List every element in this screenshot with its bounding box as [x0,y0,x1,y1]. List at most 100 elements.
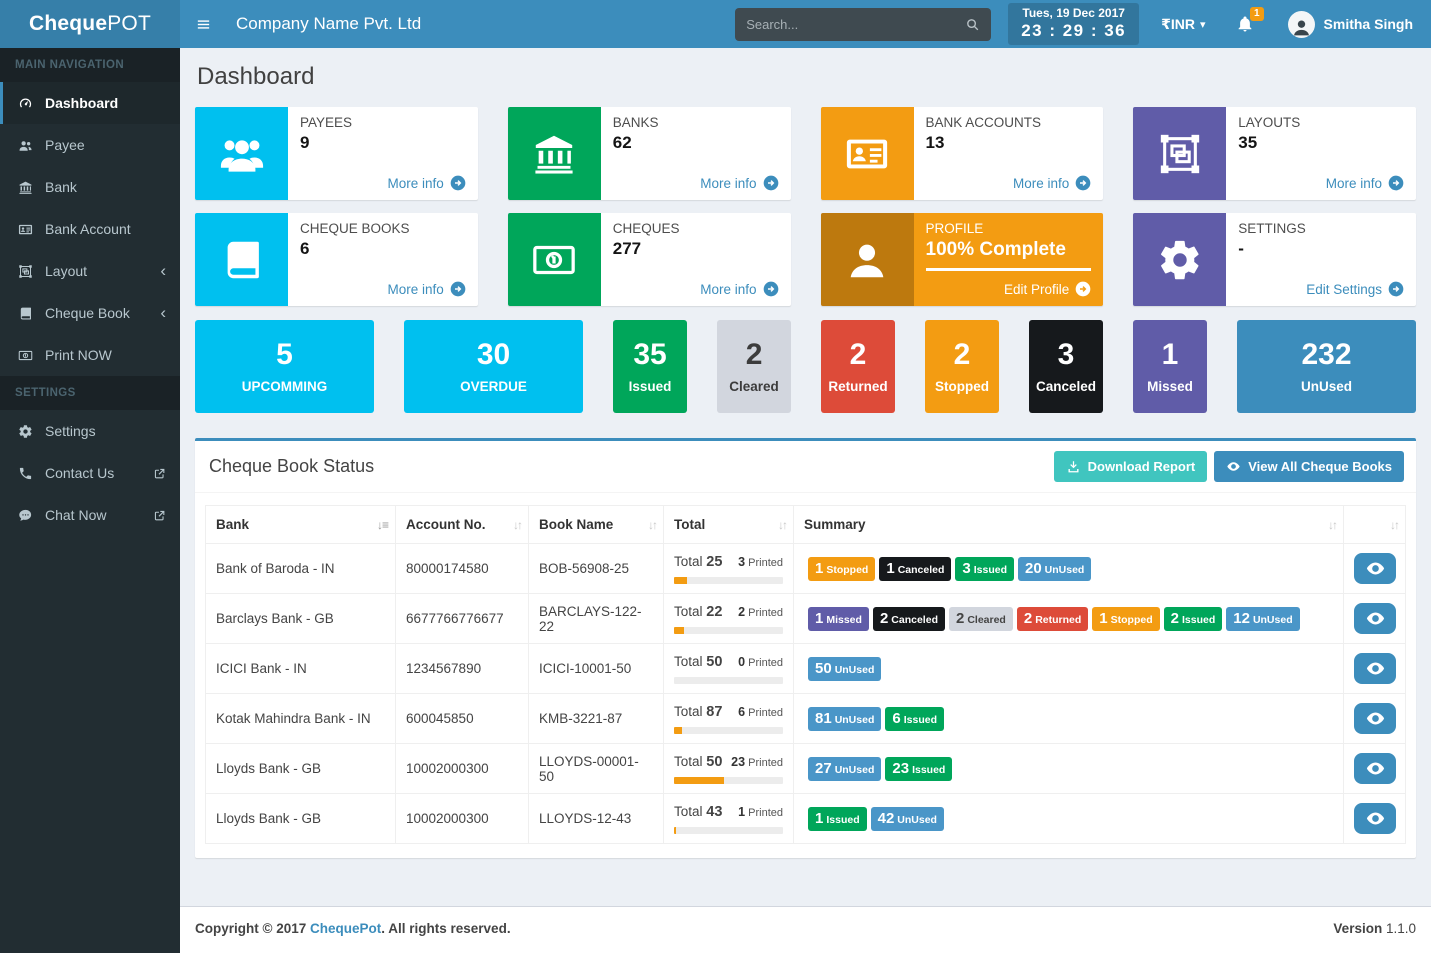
user-name: Smitha Singh [1323,16,1413,32]
printed-progress-bar [674,576,783,584]
sidebar-item-settings[interactable]: Settings [0,410,180,452]
arrow-circle-right-icon [1388,281,1404,297]
sidebar-item-chat-now[interactable]: Chat Now [0,494,180,536]
column-header-total[interactable]: Total [663,505,794,544]
company-name: Company Name Pvt. Ltd [236,14,422,33]
cell-account: 600045850 [395,693,529,744]
sort-icon [778,518,786,532]
currency-dropdown[interactable]: ₹ INR ▾ [1161,16,1205,33]
money-icon [507,213,601,306]
sidebar-item-label: Contact Us [45,465,115,481]
status-badge: 1 Stopped [1092,606,1160,631]
chevron-left-icon [160,264,166,278]
sidebar-item-label: Chat Now [45,507,107,523]
info-box-row-1: PAYEES 9 More info BANKS 62 More info BA… [195,107,1416,200]
app-logo[interactable]: Cheque POT [0,0,180,48]
view-cheque-book-button[interactable] [1354,553,1396,584]
notifications-button[interactable]: 1 [1236,7,1264,33]
view-all-cheque-books-button[interactable]: View All Cheque Books [1214,451,1404,482]
users-icon [195,107,288,200]
info-box-banks: BANKS 62 More info [507,107,791,200]
more-info-link[interactable]: More info [1326,175,1404,191]
info-box-value: 100% Complete [925,239,1066,260]
version-text: Version 1.1.0 [1333,921,1416,936]
user-menu[interactable]: Smitha Singh [1287,10,1413,38]
cell-bank: Lloyds Bank - GB [205,743,396,794]
dashboard-icon [15,96,36,111]
printed-progress-bar [674,626,783,634]
search-box [735,7,992,41]
tile-missed: 1 Missed [1132,320,1207,413]
sidebar-item-cheque-book[interactable]: Cheque Book [0,292,180,334]
info-box-value: 6 [300,239,310,258]
info-box-value: 277 [612,239,642,258]
tile-issued: 35 Issued [613,320,688,413]
cell-total: Total 22 2 Printed [663,593,794,644]
column-header-bank[interactable]: Bank [205,505,396,544]
footer-brand-link[interactable]: ChequePot [310,921,381,936]
page-title: Dashboard [197,63,315,90]
cell-book: LLOYDS-12-43 [528,793,664,844]
column-header-summary[interactable]: Summary [793,505,1344,544]
sidebar-section-settings: SETTINGS [0,376,180,410]
more-info-link[interactable]: More info [700,175,778,191]
download-report-button[interactable]: Download Report [1053,451,1208,482]
sidebar-item-print-now[interactable]: Print NOW [0,334,180,376]
column-header-account[interactable]: Account No. [395,505,529,544]
eye-icon [1366,762,1384,775]
column-header-book-name[interactable]: Book Name [528,505,664,544]
status-badge: 3 Issued [955,556,1014,581]
more-info-link[interactable]: More info [387,281,466,297]
sidebar-item-bank-account[interactable]: Bank Account [0,208,180,250]
info-box-cheque-books: CHEQUE BOOKS 6 More info [195,213,478,306]
search-input[interactable] [746,16,966,32]
sort-icon [1390,518,1398,532]
search-icon[interactable] [965,17,980,32]
more-info-link[interactable]: More info [700,281,778,297]
edit-profile-link[interactable]: Edit Profile [1004,281,1091,297]
view-cheque-book-button[interactable] [1354,753,1396,784]
status-badge: 1 Stopped [808,556,876,581]
hamburger-menu-icon[interactable] [180,0,226,48]
sidebar-item-bank[interactable]: Bank [0,166,180,208]
caret-down-icon: ▾ [1200,18,1206,31]
more-info-link[interactable]: More info [1013,175,1091,191]
bank-icon [507,107,601,200]
arrow-circle-right-icon [1388,175,1404,191]
tile-cleared: 2 Cleared [717,320,792,413]
eye-icon [1227,462,1240,471]
sort-icon [648,518,656,532]
edit-settings-link[interactable]: Edit Settings [1306,281,1404,297]
more-info-link[interactable]: More info [387,175,466,191]
view-cheque-book-button[interactable] [1354,703,1396,734]
cell-account: 10002000300 [395,743,529,794]
cell-book: LLOYDS-00001-50 [528,743,664,794]
sidebar-item-label: Bank Account [45,221,131,237]
tile-overdue: 30 OVERDUE [404,320,584,413]
arrow-circle-right-icon [1075,281,1091,297]
info-box-bank-accounts: BANK ACCOUNTS 13 More info [820,107,1104,200]
panel-header: Cheque Book Status Download Report View … [195,441,1416,493]
download-icon [1068,461,1079,473]
info-box-value: 13 [925,133,945,152]
status-badge: 2 Canceled [872,606,945,631]
object-group-icon [1133,107,1227,200]
notification-badge: 1 [1249,7,1264,21]
printed-progress-bar [674,676,783,684]
status-badge: 42 UnUsed [870,806,944,831]
sidebar-item-payee[interactable]: Payee [0,124,180,166]
gear-icon [15,424,36,439]
status-badge: 20 UnUsed [1017,556,1092,581]
cell-bank: ICICI Bank - IN [205,643,396,694]
cell-summary: 1 Missed 2 Canceled 2 Cleared 2 Returned 1 Stoppe… [793,593,1344,644]
sidebar-item-layout[interactable]: Layout [0,250,180,292]
sidebar-item-contact-us[interactable]: Contact Us [0,452,180,494]
eye-icon [1366,712,1384,725]
view-cheque-book-button[interactable] [1354,653,1396,684]
info-box-label: CHEQUES [612,221,680,236]
cell-account: 80000174580 [395,543,529,594]
column-header-actions[interactable] [1343,505,1406,544]
view-cheque-book-button[interactable] [1354,603,1396,634]
sidebar-item-dashboard[interactable]: Dashboard [0,82,180,124]
view-cheque-book-button[interactable] [1354,803,1396,834]
